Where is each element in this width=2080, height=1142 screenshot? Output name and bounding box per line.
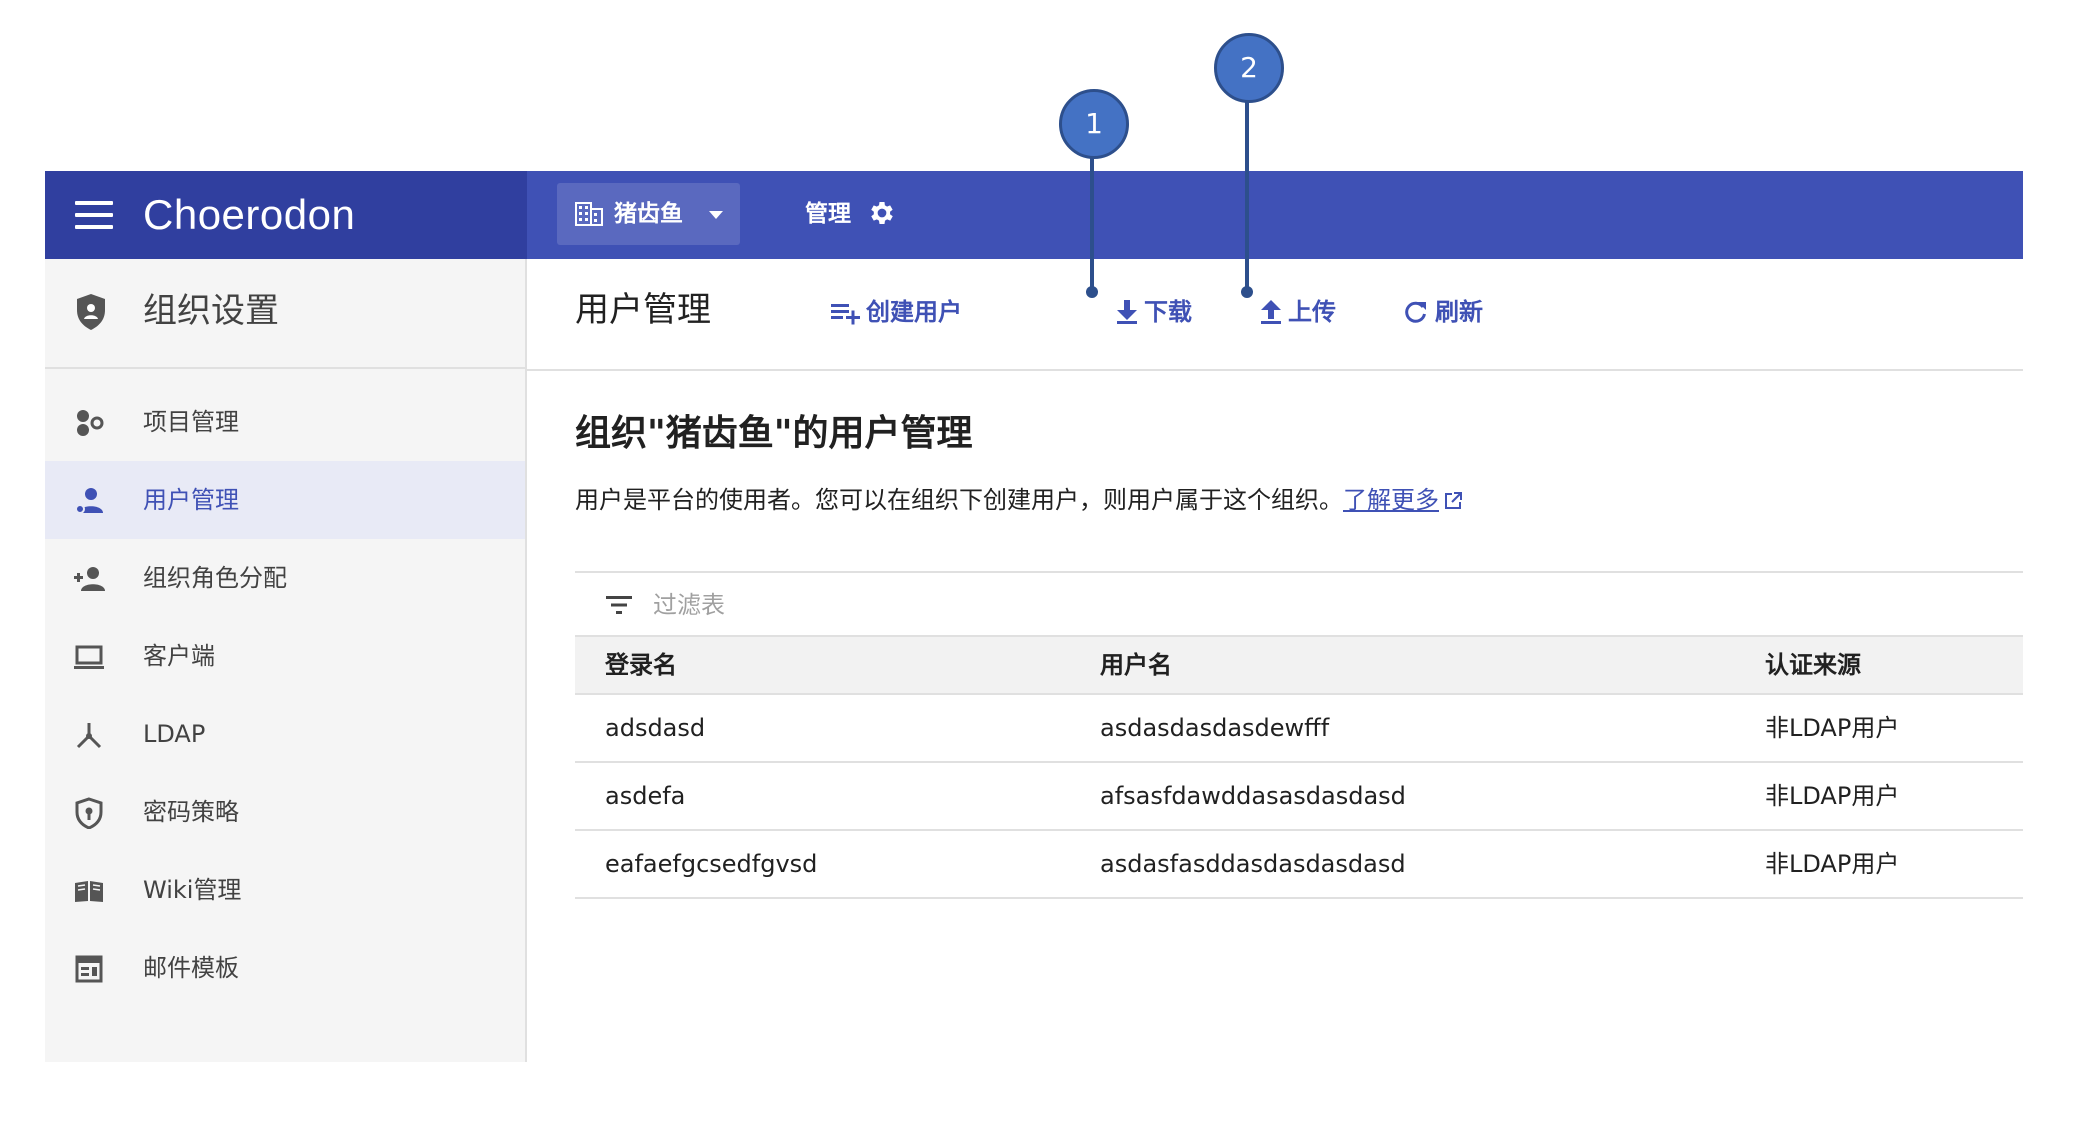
sidebar-item-label: 邮件模板 — [143, 954, 239, 982]
person-add-icon — [74, 567, 105, 591]
upload-icon — [1261, 300, 1281, 324]
callout-2-badge: 2 — [1214, 33, 1284, 103]
shield-icon — [77, 294, 105, 330]
chevron-down-icon — [709, 211, 723, 219]
callout-1-badge: 1 — [1059, 89, 1129, 159]
cell-username: asdasfasddasdasdasdasd — [1100, 850, 1406, 878]
sidebar-item-org-roles[interactable]: 组织角色分配 — [45, 539, 525, 617]
sidebar-item-projects[interactable]: 项目管理 — [45, 383, 525, 461]
brand-logo: Choerodon — [143, 191, 356, 238]
sidebar-title: 组织设置 — [143, 291, 279, 331]
sidebar-item-label: Wiki管理 — [143, 876, 242, 904]
manage-link[interactable]: 管理 — [805, 199, 851, 229]
table-row[interactable]: asdefa afsasfdawddasasdasdasd 非LDAP用户 — [575, 763, 2023, 831]
project-icon — [77, 410, 104, 436]
upload-button[interactable]: 上传 — [1258, 296, 1348, 328]
sidebar-item-clients[interactable]: 客户端 — [45, 617, 525, 695]
top-header: Choerodon 猪齿鱼 管理 — [45, 171, 2023, 259]
sidebar: 组织设置 项目管理 用户管理 组织角色分配 客户端 LDAP 密码策略 Wiki… — [45, 259, 527, 1062]
cell-username: afsasfdawddasasdasdasd — [1100, 782, 1406, 810]
download-icon — [1117, 300, 1137, 324]
column-header-username[interactable]: 用户名 — [1100, 637, 1172, 693]
create-user-button[interactable]: 创建用户 — [830, 296, 970, 328]
sidebar-item-label: 客户端 — [143, 642, 215, 670]
user-manage-icon — [75, 488, 103, 514]
table-row[interactable]: adsdasd asdasdasdasdewfff 非LDAP用户 — [575, 695, 2023, 763]
column-header-login[interactable]: 登录名 — [605, 637, 677, 693]
page-title: 用户管理 — [575, 290, 711, 330]
sidebar-item-label: 密码策略 — [143, 798, 239, 826]
table-row[interactable]: eafaefgcsedfgvsd asdasfasddasdasdasdasd … — [575, 831, 2023, 899]
refresh-label: 刷新 — [1435, 298, 1483, 326]
cell-username: asdasdasdasdewfff — [1100, 714, 1330, 742]
template-icon — [75, 955, 103, 983]
sidebar-item-label: 项目管理 — [143, 408, 239, 436]
external-link-icon — [1445, 492, 1462, 509]
sidebar-header: 组织设置 — [45, 259, 525, 369]
cell-auth-source: 非LDAP用户 — [1765, 714, 1900, 742]
sidebar-item-label: LDAP — [143, 720, 206, 748]
users-table: 登录名 用户名 认证来源 adsdasd asdasdasdasdewfff 非… — [575, 637, 2023, 899]
sidebar-item-wiki[interactable]: Wiki管理 — [45, 851, 525, 929]
page-toolbar: 用户管理 创建用户 下载 上传 刷新 — [527, 259, 2023, 371]
callout-2-dot — [1241, 286, 1253, 298]
learn-more-link[interactable]: 了解更多 — [1343, 486, 1463, 514]
app-window: Choerodon 猪齿鱼 管理 组织设置 项目管理 用户管理 组织角色分配 客… — [45, 171, 2023, 1062]
menu-icon[interactable] — [75, 201, 113, 229]
org-selector[interactable]: 猪齿鱼 — [557, 183, 740, 245]
upload-label: 上传 — [1288, 298, 1336, 326]
cell-auth-source: 非LDAP用户 — [1765, 782, 1900, 810]
laptop-icon — [74, 645, 104, 669]
section-description: 用户是平台的使用者。您可以在组织下创建用户，则用户属于这个组织。了解更多 — [575, 483, 1463, 517]
header-brand-area: Choerodon — [45, 171, 527, 259]
description-text: 用户是平台的使用者。您可以在组织下创建用户，则用户属于这个组织。 — [575, 486, 1343, 514]
cell-login: asdefa — [605, 782, 686, 810]
building-icon — [575, 202, 603, 226]
download-label: 下载 — [1144, 298, 1192, 326]
ldap-icon — [76, 723, 102, 749]
playlist-add-icon — [831, 304, 860, 325]
section-heading: 组织"猪齿鱼"的用户管理 — [575, 413, 973, 454]
refresh-icon — [1405, 301, 1426, 323]
filter-icon — [606, 596, 632, 614]
cell-auth-source: 非LDAP用户 — [1765, 850, 1900, 878]
callout-1-dot — [1086, 286, 1098, 298]
column-header-auth-source[interactable]: 认证来源 — [1765, 637, 1861, 693]
main-content: 用户管理 创建用户 下载 上传 刷新 组织"猪齿鱼"的用户管理 用户是平台的使用… — [527, 259, 2023, 1062]
sidebar-item-password-policy[interactable]: 密码策略 — [45, 773, 525, 851]
table-header: 登录名 用户名 认证来源 — [575, 637, 2023, 695]
password-shield-icon — [75, 797, 103, 829]
learn-more-label: 了解更多 — [1343, 486, 1439, 514]
cell-login: eafaefgcsedfgvsd — [605, 850, 818, 878]
callout-1-line — [1090, 158, 1094, 290]
download-button[interactable]: 下载 — [1114, 296, 1204, 328]
filter-input[interactable] — [651, 587, 1255, 623]
sidebar-item-users[interactable]: 用户管理 — [45, 461, 525, 539]
org-name: 猪齿鱼 — [614, 201, 683, 227]
cell-login: adsdasd — [605, 714, 706, 742]
sidebar-item-label: 用户管理 — [143, 486, 239, 514]
sidebar-item-label: 组织角色分配 — [143, 564, 287, 592]
refresh-button[interactable]: 刷新 — [1403, 296, 1493, 328]
book-icon — [75, 881, 103, 902]
sidebar-item-ldap[interactable]: LDAP — [45, 695, 525, 773]
create-user-label: 创建用户 — [866, 298, 962, 326]
sidebar-item-mail-template[interactable]: 邮件模板 — [45, 929, 525, 1007]
filter-bar — [575, 571, 2023, 637]
callout-2-line — [1245, 102, 1249, 290]
gear-icon[interactable] — [867, 198, 897, 228]
